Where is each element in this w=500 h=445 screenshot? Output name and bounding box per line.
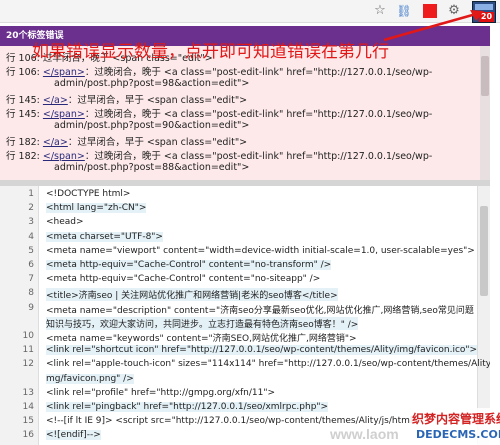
annotation-arrow <box>383 10 484 42</box>
line-number: 15 <box>22 416 34 427</box>
source-code-panel: 1 <!DOCTYPE html> 2 <html lang="zh-CN"> 3 <he… <box>0 186 490 445</box>
error-line-number: 行 145: <box>6 95 40 106</box>
source-code-text: <!--[if lt IE 9]> <script src="http://12… <box>46 416 419 427</box>
line-number: 14 <box>22 402 34 412</box>
source-code-text: <link rel="apple-touch-icon" sizes="114x… <box>46 359 490 370</box>
error-message: admin/post.php?post=98&action=edit"> <box>54 78 250 89</box>
error-line: admin/post.php?post=98&action=edit"> <box>54 78 249 89</box>
line-number: 3 <box>28 217 34 228</box>
line-number: 8 <box>28 288 34 299</box>
error-line-number: 行 182: <box>6 137 40 148</box>
error-line: 行 145: </a>：过早闭合，早于 <span class="edit"> <box>6 92 247 106</box>
error-tag-link[interactable]: </a> <box>43 95 68 106</box>
error-message: ：过晚闭合，晚于 <a class="post-edit-link" href=… <box>84 67 433 78</box>
source-code-text: <![endif]--> <box>46 430 101 441</box>
error-line: admin/post.php?post=90&action=edit"> <box>54 120 249 131</box>
line-number: 2 <box>28 203 34 214</box>
source-code-text: mg/favicon.png" /> <box>46 373 134 384</box>
line-number: 7 <box>28 274 34 285</box>
source-code-text: <meta charset="UTF-8"> <box>46 231 163 242</box>
source-code-text: <link rel="pingback" href="http://127.0.… <box>46 402 329 412</box>
source-code-text: <meta name="description" content="济南seo分… <box>46 305 474 316</box>
annotation-text: 如果错误显示数量，点开即可知道错误在第几行 <box>32 42 389 62</box>
source-code-text: <head> <box>46 217 84 228</box>
error-line-number: 行 182: <box>6 151 40 162</box>
error-message: ：过早闭合，早于 <span class="edit"> <box>67 137 248 148</box>
error-message: admin/post.php?post=88&action=edit"> <box>54 162 250 173</box>
line-number: 9 <box>28 302 34 313</box>
error-line-number: 行 145: <box>6 109 40 120</box>
line-number: 5 <box>28 245 34 256</box>
source-code-text: <!DOCTYPE html> <box>46 189 131 199</box>
source-code-text: <meta http-equiv="Cache-Control" content… <box>46 260 332 270</box>
source-panel-scrollbar[interactable] <box>477 186 490 445</box>
error-message: ：过晚闭合，晚于 <a class="post-edit-link" href=… <box>84 151 433 162</box>
watermark-badge-line2: DEDECMS.COM <box>416 428 500 441</box>
source-code-text: <link rel="shortcut icon" href="http://1… <box>46 345 478 356</box>
source-code-text: <meta name="keywords" content="济南SEO,网站优… <box>46 334 357 344</box>
error-message: ：过晚闭合，晚于 <a class="post-edit-link" href=… <box>84 109 433 120</box>
source-code-text: <html lang="zh-CN"> <box>46 203 147 214</box>
error-panel-scrollbar[interactable] <box>480 46 490 180</box>
source-code-text: <meta http-equiv="Cache-Control" content… <box>46 274 321 285</box>
watermark-badge: 织梦内容管理系统 DEDECMS.COM <box>410 408 500 445</box>
line-number: 11 <box>22 345 34 356</box>
source-code-text: 知识与技巧，欢迎大家访问，共同进步。立志打造最有特色济南seo博客！" /> <box>46 316 359 330</box>
error-tag-link[interactable]: </span> <box>43 151 85 162</box>
error-tag-link[interactable]: </span> <box>43 67 85 78</box>
error-tag-link[interactable]: </span> <box>43 109 85 120</box>
error-message: admin/post.php?post=90&action=edit"> <box>54 120 250 131</box>
scrollbar-thumb[interactable] <box>481 56 489 96</box>
source-code-text: <link rel="profile" href="http://gmpg.or… <box>46 387 276 398</box>
source-code-text: <meta name="viewport" content="width=dev… <box>46 245 475 256</box>
line-number: 12 <box>22 359 34 370</box>
watermark-badge-line1: 织梦内容管理系统 <box>412 412 500 426</box>
line-number: 1 <box>28 189 34 199</box>
error-panel: 行 106: 过早闭合，晚于 <span class="edit"> 行 106:… <box>0 46 490 180</box>
error-line: 行 182: </span>：过晚闭合，晚于 <a class="post-ed… <box>6 148 432 162</box>
error-message: ：过早闭合，早于 <span class="edit"> <box>67 95 248 106</box>
line-number: 4 <box>28 231 34 242</box>
error-tag-link[interactable]: </a> <box>43 137 68 148</box>
line-number: 16 <box>22 430 34 441</box>
source-code-text: <title>济南seo | 关注网站优化推广和网络营销|老米的seo博客</t… <box>46 288 338 302</box>
line-number: 6 <box>28 260 34 270</box>
error-line: 行 182: </a>：过早闭合，早于 <span class="edit"> <box>6 134 247 148</box>
line-number: 10 <box>22 331 34 341</box>
error-line: admin/post.php?post=88&action=edit"> <box>54 162 249 173</box>
error-line-number: 行 106: <box>6 67 40 78</box>
line-number: 13 <box>22 387 34 398</box>
error-line: 行 106: </span>：过晚闭合，晚于 <a class="post-ed… <box>6 64 432 78</box>
watermark-text: www.laom <box>330 426 399 442</box>
scrollbar-thumb[interactable] <box>480 206 488 296</box>
error-line: 行 145: </span>：过晚闭合，晚于 <a class="post-ed… <box>6 106 432 120</box>
